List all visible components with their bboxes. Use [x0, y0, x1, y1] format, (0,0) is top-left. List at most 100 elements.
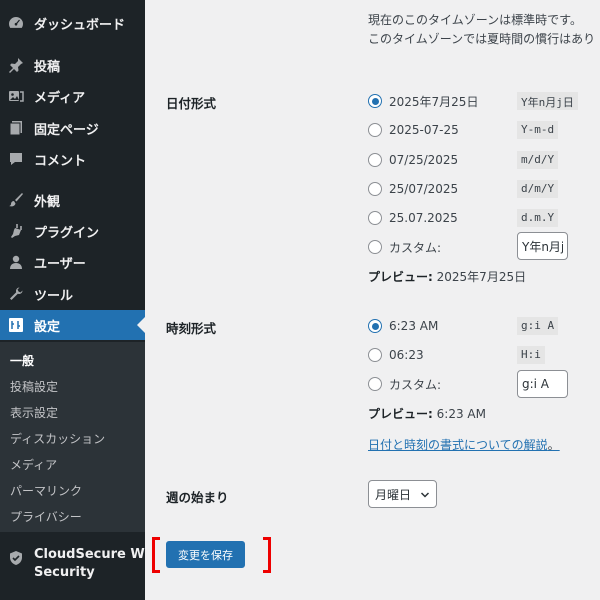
date-format-option[interactable]: 25.07.2025	[368, 208, 458, 228]
time-format-custom-input[interactable]	[517, 370, 568, 398]
media-icon	[8, 88, 24, 104]
date-preview-value: 2025年7月25日	[436, 270, 527, 284]
sidebar-label-tools: ツール	[34, 288, 74, 304]
date-format-option-text: 2025-07-25	[389, 123, 459, 137]
time-format-radio[interactable]	[368, 319, 382, 333]
highlight-bracket-right	[263, 537, 271, 573]
timezone-note-line1: 現在のこのタイムゾーンは標準時です。	[368, 13, 582, 27]
submenu-item-discussion[interactable]: ディスカッション	[10, 430, 105, 447]
sidebar-label-cloudsecure-line1: CloudSecure WP	[34, 547, 155, 562]
sidebar-label-dashboard: ダッシュボード	[34, 17, 126, 33]
date-format-custom-input[interactable]	[517, 232, 568, 260]
admin-sidebar: ダッシュボード 投稿 メディア 固定ページ コメント 外観 プラグイン ユーザー…	[0, 0, 154, 600]
time-format-option-text: 6:23 AM	[389, 319, 439, 333]
date-format-code: m/d/Y	[517, 151, 559, 169]
date-format-option-text: 07/25/2025	[389, 153, 459, 167]
sidebar-label-media: メディア	[34, 90, 86, 106]
date-format-code: Y-m-d	[517, 121, 559, 139]
time-preview-value: 6:23 AM	[436, 407, 486, 421]
time-format-code: g:i A	[517, 317, 559, 335]
user-icon	[8, 254, 24, 270]
sidebar-item-settings[interactable]: 設定	[0, 310, 145, 340]
save-changes-button[interactable]: 変更を保存	[166, 541, 245, 568]
sidebar-label-settings: 設定	[34, 319, 61, 335]
time-format-custom-radio[interactable]	[368, 377, 382, 391]
date-format-preview: プレビュー: 2025年7月25日	[368, 268, 526, 285]
submenu-item-media[interactable]: メディア	[10, 456, 57, 473]
sidebar-item-posts[interactable]: 投稿	[0, 50, 145, 80]
time-format-option[interactable]: 6:23 AM	[368, 316, 438, 336]
time-format-custom-label: カスタム:	[389, 377, 442, 392]
dashboard-icon	[8, 15, 24, 31]
week-start-select[interactable]: 月曜日	[368, 480, 437, 508]
date-format-option[interactable]: 2025-07-25	[368, 120, 459, 140]
timezone-note-line2: このタイムゾーンでは夏時間の慣行はあり	[368, 32, 596, 46]
time-format-code: H:i	[517, 346, 545, 364]
sidebar-label-posts: 投稿	[34, 59, 61, 75]
highlight-bracket-left	[152, 537, 160, 573]
time-format-label: 時刻形式	[166, 321, 217, 336]
sidebar-item-media[interactable]: メディア	[0, 81, 145, 111]
sidebar-item-tools[interactable]: ツール	[0, 279, 145, 309]
doc-link-text[interactable]: 日付と時刻の書式についての解説	[368, 438, 548, 452]
date-format-label: 日付形式	[166, 96, 217, 111]
time-format-custom-option[interactable]: カスタム:	[368, 374, 441, 394]
date-format-custom-radio[interactable]	[368, 240, 382, 254]
doc-link-suffix: 。	[547, 438, 560, 452]
comment-icon	[8, 151, 24, 167]
brush-icon	[8, 192, 24, 208]
date-format-option[interactable]: 25/07/2025	[368, 179, 458, 199]
time-format-preview: プレビュー: 6:23 AM	[368, 405, 486, 422]
plugin-icon	[8, 223, 24, 239]
submenu-item-permalinks[interactable]: パーマリンク	[10, 482, 82, 499]
sidebar-item-cloudsecure[interactable]: CloudSecure WP Security	[0, 546, 154, 586]
sidebar-item-pages[interactable]: 固定ページ	[0, 113, 145, 143]
date-format-option-text: 2025年7月25日	[389, 94, 479, 109]
chevron-down-icon	[420, 489, 430, 503]
time-format-radio[interactable]	[368, 348, 382, 362]
sidebar-label-plugins: プラグイン	[34, 225, 100, 241]
sidebar-label-pages: 固定ページ	[34, 122, 99, 138]
date-format-custom-label: カスタム:	[389, 240, 442, 255]
settings-icon	[8, 317, 24, 333]
sidebar-label-appearance: 外観	[34, 194, 61, 210]
settings-submenu: 一般 投稿設定 表示設定 ディスカッション メディア パーマリンク プライバシー	[0, 342, 145, 532]
date-format-option[interactable]: 2025年7月25日	[368, 91, 478, 111]
time-preview-label: プレビュー:	[368, 407, 433, 421]
date-format-option-text: 25/07/2025	[389, 182, 459, 196]
date-format-radio[interactable]	[368, 153, 382, 167]
date-format-code: d/m/Y	[517, 180, 559, 198]
current-menu-arrow	[137, 317, 145, 333]
date-format-radio[interactable]	[368, 94, 382, 108]
sidebar-label-users: ユーザー	[34, 256, 86, 272]
submenu-item-general[interactable]: 一般	[10, 352, 34, 369]
date-preview-label: プレビュー:	[368, 270, 433, 284]
submenu-item-privacy[interactable]: プライバシー	[10, 508, 82, 525]
date-format-option[interactable]: 07/25/2025	[368, 150, 458, 170]
shield-check-icon	[8, 550, 24, 566]
pin-icon	[8, 57, 24, 73]
time-format-option[interactable]: 06:23	[368, 345, 424, 365]
date-format-radio[interactable]	[368, 211, 382, 225]
sidebar-item-appearance[interactable]: 外観	[0, 185, 145, 215]
time-format-option-text: 06:23	[389, 348, 424, 362]
date-format-radio[interactable]	[368, 123, 382, 137]
page-icon	[8, 120, 24, 136]
sidebar-item-plugins[interactable]: プラグイン	[0, 216, 145, 246]
week-start-label: 週の始まり	[166, 490, 229, 505]
date-format-custom-option[interactable]: カスタム:	[368, 237, 441, 257]
sidebar-label-cloudsecure-line2: Security	[34, 565, 95, 580]
sidebar-label-comments: コメント	[34, 153, 87, 169]
date-format-radio[interactable]	[368, 182, 382, 196]
date-format-code: Y年n月j日	[517, 92, 578, 110]
date-format-code: d.m.Y	[517, 209, 559, 227]
sidebar-item-dashboard[interactable]: ダッシュボード	[0, 8, 145, 38]
week-start-value: 月曜日	[375, 487, 412, 502]
submenu-item-writing[interactable]: 投稿設定	[10, 378, 58, 395]
wrench-icon	[8, 286, 24, 302]
submenu-item-reading[interactable]: 表示設定	[10, 404, 58, 421]
sidebar-item-users[interactable]: ユーザー	[0, 247, 145, 277]
date-time-doc-link[interactable]: 日付と時刻の書式についての解説。	[368, 436, 560, 453]
date-format-option-text: 25.07.2025	[389, 211, 458, 225]
sidebar-item-comments[interactable]: コメント	[0, 144, 145, 174]
